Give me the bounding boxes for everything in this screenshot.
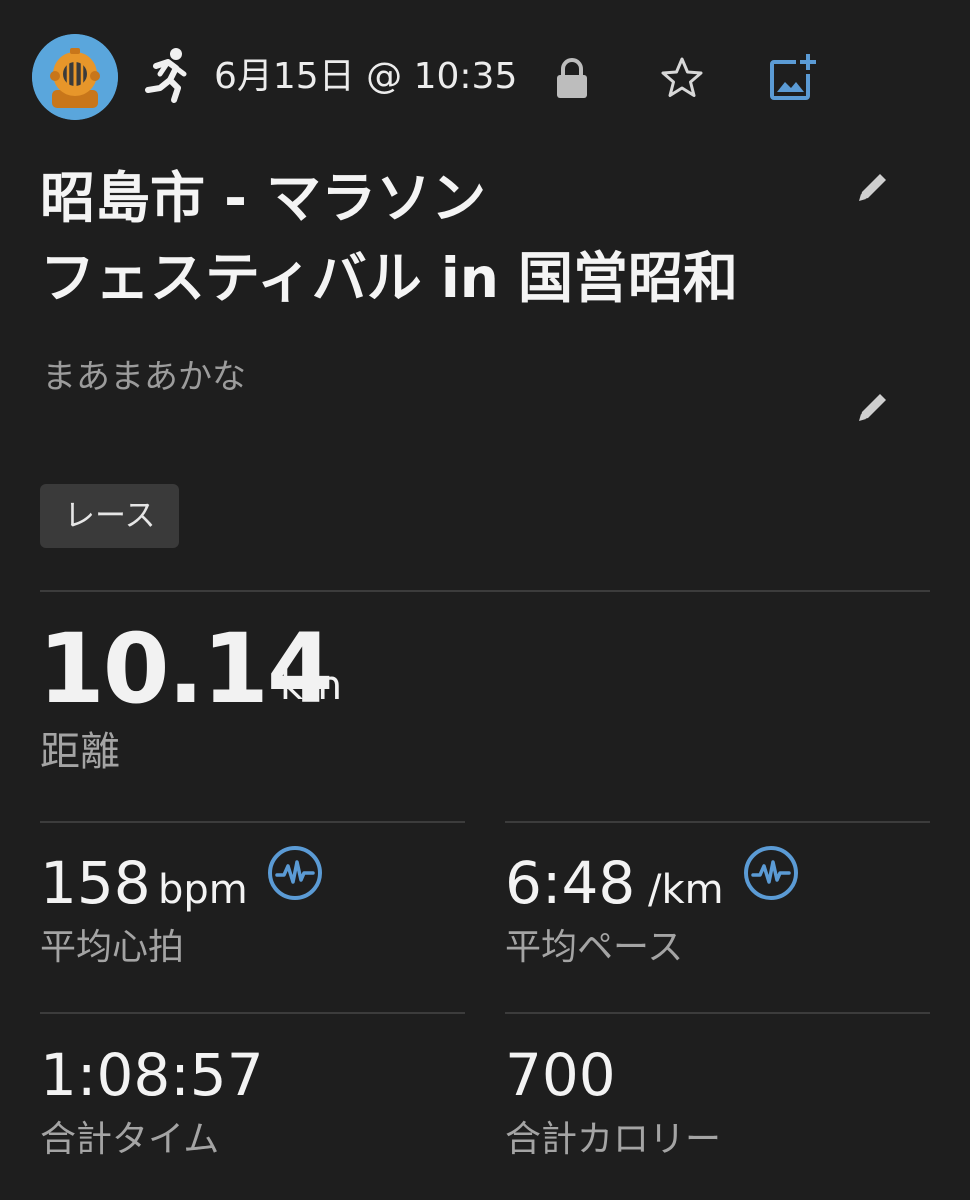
divider [505, 821, 930, 823]
edit-description-pencil-icon[interactable] [852, 386, 894, 428]
lock-icon[interactable] [554, 56, 590, 100]
divider [505, 1012, 930, 1014]
star-icon[interactable] [658, 54, 706, 102]
add-photo-icon[interactable] [766, 52, 818, 104]
distance-label: 距離 [40, 729, 120, 775]
total-calories-label: 合計カロリー [505, 1119, 722, 1160]
activity-title-line-1: 昭島市 - マラソン [40, 166, 487, 230]
total-calories-value: 700 [505, 1041, 616, 1109]
heart-rate-chart-icon[interactable] [266, 844, 324, 902]
avatar[interactable] [32, 34, 118, 120]
avg-pace-unit: /km [648, 867, 724, 913]
running-icon [134, 44, 194, 104]
distance-unit: km [280, 663, 343, 709]
activity-title-line-2: フェスティバル in 国営昭和 [40, 246, 739, 310]
activity-date-time: 6月15日 @ 10:35 [214, 56, 518, 97]
total-time-label: 合計タイム [40, 1119, 220, 1160]
avg-heart-rate-unit: bpm [158, 867, 248, 913]
avg-pace-value: 6:48 [505, 849, 636, 917]
activity-description: まあまあかな [42, 357, 246, 397]
divider [40, 590, 930, 592]
diving-helmet-avatar-icon [32, 34, 118, 120]
avg-pace-label: 平均ペース [505, 927, 684, 968]
divider [40, 1012, 465, 1014]
avg-heart-rate-label: 平均心拍 [40, 927, 185, 968]
divider [40, 821, 465, 823]
total-time-value: 1:08:57 [40, 1041, 264, 1109]
pace-chart-icon[interactable] [742, 844, 800, 902]
activity-title: 昭島市 - マラソン フェスティバル in 国営昭和 [40, 158, 830, 318]
edit-title-pencil-icon[interactable] [852, 166, 894, 208]
activity-type-tag[interactable]: レース [40, 484, 180, 548]
avg-heart-rate-value: 158 [40, 849, 151, 917]
